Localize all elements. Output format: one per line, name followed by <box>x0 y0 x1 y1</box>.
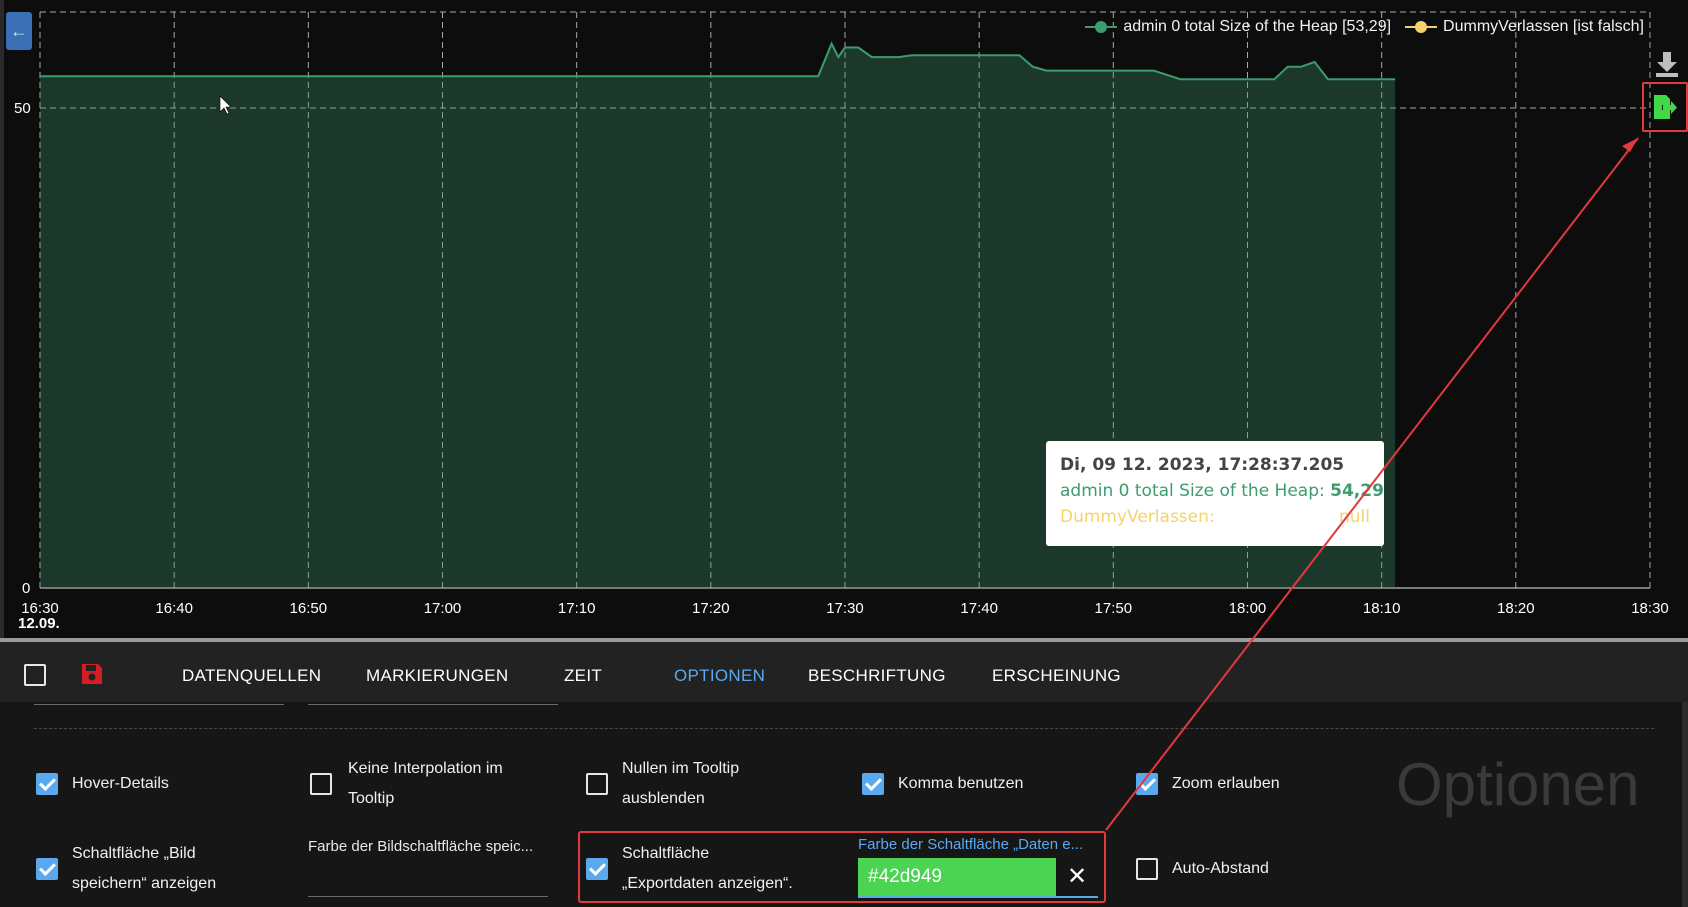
hover-details-checkbox[interactable] <box>36 773 58 795</box>
x-tick-label: 18:10 <box>1363 600 1401 617</box>
export-color-label: Farbe der Schaltfläche „Daten e... <box>858 836 1084 853</box>
options-separator <box>34 728 1654 729</box>
tab-optionen[interactable]: OPTIONEN <box>674 666 765 686</box>
tab-datenquellen[interactable]: DATENQUELLEN <box>182 666 321 686</box>
chart-panel: 16:30 16:40 16:50 17:00 17:10 17:20 17:30 17:40… <box>0 0 1688 638</box>
tooltip-series1-label: admin 0 total Size of the Heap: <box>1060 481 1331 501</box>
export-button-highlight[interactable] <box>1642 82 1688 132</box>
field-underline-2 <box>308 704 558 705</box>
tooltip-title: Di, 09 12. 2023, 17:28:37.205 <box>1060 455 1345 475</box>
app-root: 16:30 16:40 16:50 17:00 17:10 17:20 17:30 17:40… <box>0 0 1688 907</box>
x-tick-label: 18:00 <box>1229 600 1267 617</box>
options-toolbar: DATENQUELLEN MARKIERUNGEN ZEIT OPTIONEN … <box>0 638 1688 704</box>
x-tick-label: 17:30 <box>826 600 864 617</box>
tooltip-series2: DummyVerlassen: null <box>1060 507 1370 527</box>
hide-nulls-checkbox[interactable] <box>586 773 608 795</box>
options-scrollbar[interactable] <box>1682 702 1688 907</box>
allow-zoom-checkbox[interactable] <box>1136 773 1158 795</box>
series-heap-line <box>40 41 1396 81</box>
x-tick-label: 16:50 <box>290 600 328 617</box>
x-tick-label: 18:20 <box>1497 600 1535 617</box>
hover-details-label: Hover-Details <box>72 775 169 792</box>
no-interpolation-line2: Tooltip <box>348 790 395 807</box>
hide-nulls-line1: Nullen im Tooltip <box>622 760 740 777</box>
options-panel: Optionen Hover-Details Keine Interpolati… <box>0 702 1688 907</box>
left-edge <box>0 0 4 638</box>
export-line1: Schaltfläche <box>622 845 710 862</box>
tooltip-series1-value: 54,29 <box>1330 481 1384 501</box>
tooltip-series2-label: DummyVerlassen: <box>1060 507 1215 527</box>
no-interpolation-line1: Keine Interpolation im <box>348 760 503 777</box>
tab-markierungen[interactable]: MARKIERUNGEN <box>366 666 508 686</box>
legend-label-heap: admin 0 total Size of the Heap [53,29] <box>1123 18 1392 35</box>
image-button-color-field[interactable] <box>308 896 548 897</box>
export-button-checkbox[interactable] <box>586 858 608 880</box>
tab-erscheinung[interactable]: ERSCHEINUNG <box>992 666 1121 686</box>
select-all-checkbox[interactable] <box>24 664 46 686</box>
use-comma-label: Komma benutzen <box>898 775 1024 792</box>
y-tick-label: 0 <box>22 580 30 597</box>
options-watermark: Optionen <box>1396 751 1640 818</box>
clear-icon[interactable]: ✕ <box>1064 862 1090 892</box>
legend-item-heap[interactable]: admin 0 total Size of the Heap [53,29] <box>1085 18 1391 36</box>
x-date-label: 12.09. <box>18 615 60 632</box>
legend-item-dummy[interactable]: DummyVerlassen [ist falsch] <box>1405 18 1644 36</box>
tab-beschriftung[interactable]: BESCHRIFTUNG <box>808 666 946 686</box>
y-tick-label: 50 <box>14 100 31 117</box>
x-tick-label: 16:40 <box>155 600 193 617</box>
export-icon[interactable] <box>1652 93 1678 121</box>
x-tick-label: 17:00 <box>424 600 462 617</box>
tab-zeit[interactable]: ZEIT <box>564 666 602 686</box>
image-button-color-label: Farbe der Bildschaltfläche speic... <box>308 838 534 855</box>
tooltip-series1: admin 0 total Size of the Heap: 54,29 <box>1060 481 1384 501</box>
allow-zoom-label: Zoom erlauben <box>1172 775 1280 792</box>
use-comma-checkbox[interactable] <box>862 773 884 795</box>
x-tick-label: 17:20 <box>692 600 730 617</box>
export-line2: „Exportdaten anzeigen“. <box>622 875 793 892</box>
x-tick-label: 17:50 <box>1095 600 1133 617</box>
save-image-button-label: Schaltfläche „Bild speichern“ anzeigen <box>72 839 216 899</box>
no-interpolation-label: Keine Interpolation im Tooltip <box>348 754 503 814</box>
export-color-input[interactable] <box>858 858 1056 896</box>
save-image-line1: Schaltfläche „Bild <box>72 845 196 862</box>
save-image-line2: speichern“ anzeigen <box>72 875 217 892</box>
hide-nulls-label: Nullen im Tooltip ausblenden <box>622 754 739 814</box>
legend-marker-dummy <box>1405 20 1438 34</box>
x-tick-label: 18:30 <box>1631 600 1669 617</box>
back-button[interactable]: ← <box>6 12 32 50</box>
x-tick-label: 17:10 <box>558 600 596 617</box>
hide-nulls-line2: ausblenden <box>622 790 705 807</box>
legend-marker-heap <box>1085 20 1118 34</box>
field-underline-1 <box>34 704 284 705</box>
download-icon[interactable] <box>1654 50 1680 78</box>
save-image-button-checkbox[interactable] <box>36 858 58 880</box>
chart-svg[interactable]: 16:30 16:40 16:50 17:00 17:10 17:20 17:30 17:40… <box>0 0 1688 638</box>
x-tick-label: 17:40 <box>960 600 998 617</box>
save-icon[interactable] <box>80 662 104 686</box>
export-button-label: Schaltfläche „Exportdaten anzeigen“. <box>622 839 793 899</box>
no-interpolation-checkbox[interactable] <box>310 773 332 795</box>
auto-spacing-checkbox[interactable] <box>1136 858 1158 880</box>
chart-legend: admin 0 total Size of the Heap [53,29] D… <box>1085 18 1644 36</box>
arrow-left-icon: ← <box>10 20 28 41</box>
chart-tooltip: Di, 09 12. 2023, 17:28:37.205 admin 0 to… <box>1046 441 1384 546</box>
export-color-underline <box>858 896 1098 898</box>
tooltip-series2-value: null <box>1339 507 1370 527</box>
legend-label-dummy: DummyVerlassen [ist falsch] <box>1443 18 1644 35</box>
auto-spacing-label: Auto-Abstand <box>1172 860 1269 877</box>
